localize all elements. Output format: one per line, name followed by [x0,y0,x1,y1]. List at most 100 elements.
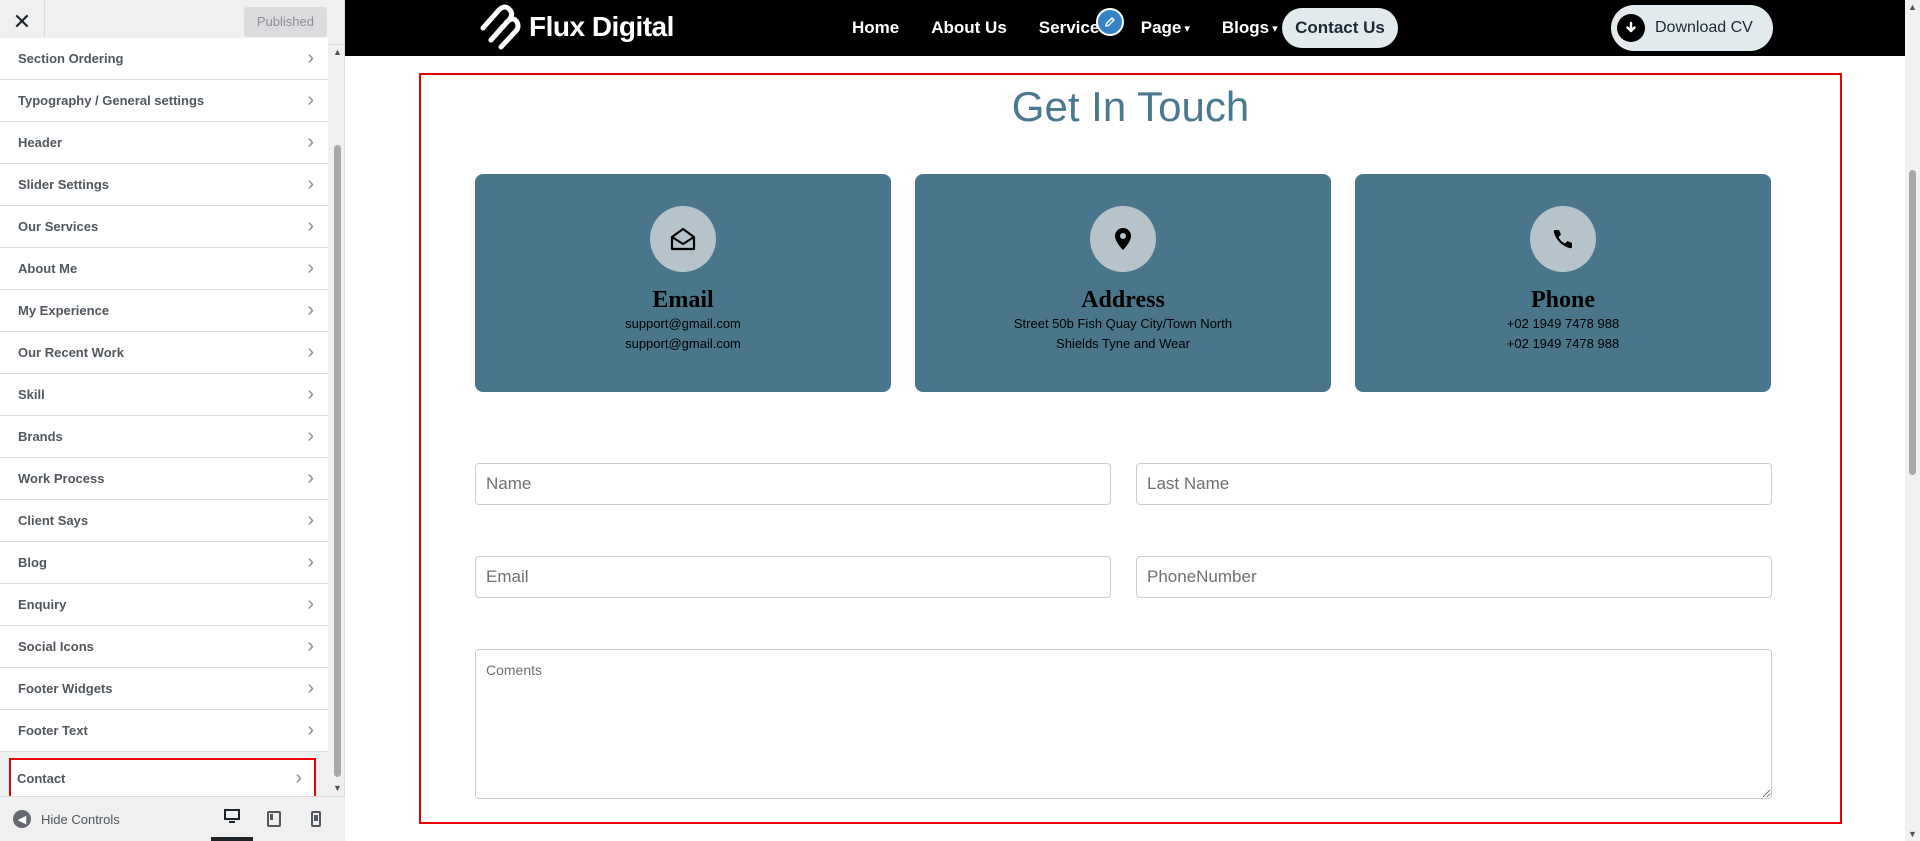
chevron-right-icon: › [307,173,314,195]
section-label: Brands [18,429,63,444]
brand-name: Flux Digital [529,11,674,42]
site-preview: Flux Digital Home About Us Services Page… [345,0,1905,841]
section-title: Get In Touch [1011,83,1250,130]
site-logo[interactable]: Flux Digital [477,2,674,52]
section-item[interactable]: Typography / General settings › [0,80,328,122]
download-cv-button[interactable]: Download CV [1611,5,1773,51]
scroll-down-arrow-icon[interactable]: ▼ [333,783,342,793]
section-item[interactable]: Slider Settings › [0,164,328,206]
customizer-section-list: Section Ordering › Typography / General s… [0,38,328,796]
chevron-right-icon: › [307,89,314,111]
section-label: Blog [18,555,47,570]
last-name-field[interactable] [1136,463,1772,505]
section-item[interactable]: Skill › [0,374,328,416]
section-item[interactable]: Header › [0,122,328,164]
customizer-footer: ◀ Hide Controls [0,796,345,841]
scroll-down-arrow-icon[interactable]: ▼ [1908,829,1917,839]
chevron-right-icon: › [307,341,314,363]
chevron-right-icon: › [307,383,314,405]
chevron-right-icon: › [307,593,314,615]
scroll-up-arrow-icon[interactable]: ▲ [333,47,342,57]
section-label: Client Says [18,513,89,528]
sidebar-scrollbar[interactable]: ▲ ▼ [332,45,342,795]
pencil-icon[interactable] [1096,8,1124,36]
section-item[interactable]: Footer Text › [0,710,328,752]
section-item[interactable]: About Me › [0,248,328,290]
section-label: Our Recent Work [18,345,124,360]
desktop-icon[interactable] [211,796,253,841]
menu-item-page-label: Page [1140,18,1182,37]
card-title: Address [1081,287,1165,313]
download-icon [1617,14,1645,42]
section-item[interactable]: Social Icons › [0,626,328,668]
menu-item-home[interactable]: Home [852,18,899,38]
section-label: My Experience [18,303,110,318]
download-cv-label: Download CV [1655,19,1753,36]
card-line: support@gmail.com [625,336,741,351]
section-item[interactable]: Blog › [0,542,328,584]
section-label: Contact [17,771,66,786]
scroll-up-arrow-icon[interactable]: ▲ [1908,2,1917,12]
menu-item-blogs-label: Blogs [1221,18,1270,37]
section-label: Header [18,135,63,150]
section-label: Typography / General settings [18,93,205,108]
scrollbar-thumb[interactable] [334,145,341,777]
envelope-open-icon [650,206,716,272]
chevron-right-icon: › [307,677,314,699]
contact-card-phone: Phone +02 1949 7478 988 +02 1949 7478 98… [1355,174,1771,392]
section-item[interactable]: My Experience › [0,290,328,332]
tablet-icon[interactable] [253,796,295,841]
section-item[interactable]: Our Services › [0,206,328,248]
name-field[interactable] [475,463,1111,505]
section-item[interactable]: Work Process › [0,458,328,500]
email-field[interactable] [475,556,1111,598]
section-item[interactable]: Section Ordering › [0,38,328,80]
main-menu: Home About Us Services Page ▾ Blogs ▾ [852,0,1310,56]
section-item-contact[interactable]: Contact › [9,758,316,796]
chevron-right-icon: › [307,467,314,489]
mobile-icon[interactable] [295,796,337,841]
preview-scrollbar[interactable]: ▲ ▼ [1905,0,1920,841]
phone-field[interactable] [1136,556,1772,598]
chevron-right-icon: › [307,509,314,531]
comments-field[interactable] [475,649,1772,799]
section-label: Our Services [18,219,99,234]
menu-item-about[interactable]: About Us [931,18,1007,38]
scrollbar-thumb[interactable] [1909,170,1916,475]
contact-section: Get In Touch Email support@gmail.com sup… [419,73,1842,824]
flux-logo-icon [480,4,521,50]
section-item[interactable]: Our Recent Work › [0,332,328,374]
arrow-left-circle-icon: ◀ [13,810,31,828]
chevron-right-icon: › [307,719,314,741]
section-label: Work Process [18,471,105,486]
card-title: Phone [1530,287,1595,313]
chevron-down-icon: ▾ [1272,22,1278,35]
chevron-right-icon: › [307,215,314,237]
site-header: Flux Digital Home About Us Services Page… [345,0,1905,56]
map-pin-icon [1090,206,1156,272]
menu-item-blogs[interactable]: Blogs ▾ [1222,18,1278,38]
contact-us-button[interactable]: Contact Us [1282,8,1398,48]
section-label: About Me [18,261,78,276]
menu-item-page[interactable]: Page ▾ [1141,18,1190,38]
section-label: Social Icons [18,639,94,654]
chevron-down-icon: ▾ [1184,22,1190,35]
chevron-right-icon: › [307,299,314,321]
card-line: +02 1949 7478 988 [1506,316,1620,331]
hide-controls-label: Hide Controls [41,811,120,827]
hide-controls-button[interactable]: ◀ Hide Controls [13,810,120,828]
phone-icon [1530,206,1596,272]
contact-card-address: Address Street 50b Fish Quay City/Town N… [915,174,1331,392]
chevron-right-icon: › [307,47,314,69]
chevron-right-icon: › [295,767,302,789]
section-item[interactable]: Client Says › [0,500,328,542]
section-label: Skill [18,387,45,402]
section-label: Section Ordering [18,51,124,66]
card-line: Street 50b Fish Quay City/Town North [1013,316,1233,331]
section-item[interactable]: Enquiry › [0,584,328,626]
section-item[interactable]: Footer Widgets › [0,668,328,710]
publish-button[interactable]: Published [243,7,327,37]
section-label: Enquiry [18,597,67,612]
chevron-right-icon: › [307,425,314,447]
section-item[interactable]: Brands › [0,416,328,458]
